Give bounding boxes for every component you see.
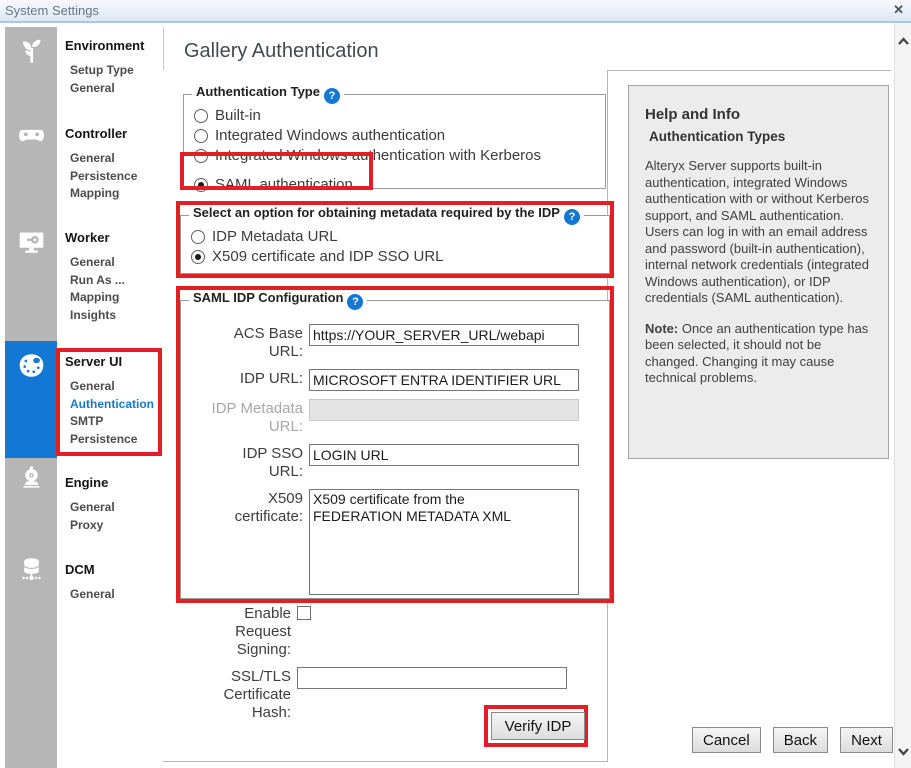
nav-header-environment: Environment [65,38,161,53]
engine-icon [18,464,45,491]
radio-x509-certificate-sso[interactable]: X509 certificate and IDP SSO URL [189,247,601,267]
help-icon[interactable]: ? [564,209,580,225]
idp-url-input[interactable] [309,369,579,391]
sidebar-item-dcm-general[interactable]: General [65,586,161,604]
nav-group-environment: Environment Setup Type General [65,38,161,97]
sidebar-item-environment-general[interactable]: General [65,80,161,98]
palette-icon [18,352,45,379]
sidebar-item-worker-general[interactable]: General [65,254,161,272]
x509-certificate-row: X509 certificate: X509 certificate from … [189,489,601,595]
nav-group-worker: Worker General Run As ... Mapping Insigh… [65,230,161,324]
nav-header-controller: Controller [65,126,161,141]
sidebar-item-setup-type[interactable]: Setup Type [65,62,161,80]
enable-request-signing-label: Enable Request Signing: [177,604,297,659]
help-subtitle: Authentication Types [649,129,872,144]
idp-sso-url-row: IDP SSO URL: [189,444,601,481]
radio-button-icon [191,230,205,244]
idp-url-label: IDP URL: [189,369,309,391]
metadata-option-group: Select an option for obtaining metadata … [180,205,610,274]
radio-integrated-windows[interactable]: Integrated Windows authentication [192,126,597,146]
system-settings-window: System Settings ✕ [0,0,911,768]
sidebar-item-controller-general[interactable]: General [65,150,161,168]
authentication-type-legend: Authentication Type? [192,84,344,104]
acs-base-url-row: ACS Base URL: [189,324,601,361]
ssl-tls-hash-input[interactable] [297,667,567,689]
nav-header-worker: Worker [65,230,161,245]
footer-buttons: Cancel Back Next [692,727,893,753]
sidebar-item-controller-mapping[interactable]: Mapping [65,185,161,203]
scroll-up-icon[interactable] [897,35,910,48]
idp-url-row: IDP URL: [189,369,601,391]
x509-certificate-label: X509 certificate: [189,489,309,595]
radio-button-icon [191,250,205,264]
help-note: Note: Once an authentication type has be… [645,321,872,387]
acs-base-url-input[interactable] [309,324,579,346]
annotation-box-saml-radio [180,152,373,190]
radio-button-icon [194,109,208,123]
radio-idp-metadata-url[interactable]: IDP Metadata URL [189,227,601,247]
idp-sso-url-input[interactable] [309,444,579,466]
idp-sso-url-label: IDP SSO URL: [189,444,309,481]
saml-config-legend: SAML IDP Configuration? [189,290,367,310]
scroll-down-icon[interactable] [897,745,910,758]
page-title: Gallery Authentication [184,40,379,63]
metadata-option-legend: Select an option for obtaining metadata … [189,205,584,225]
help-panel: Help and Info Authentication Types Alter… [628,85,889,459]
window-title: System Settings [0,3,99,18]
help-title: Help and Info [645,106,872,123]
annotation-box-saml-config: SAML IDP Configuration? ACS Base URL: ID… [176,286,614,603]
help-icon[interactable]: ? [324,88,340,104]
sidebar-item-worker-mapping[interactable]: Mapping [65,289,161,307]
titlebar: System Settings [0,0,911,23]
vertical-scrollbar[interactable] [894,23,911,768]
radio-button-icon [194,129,208,143]
gamepad-icon [18,122,45,149]
saml-idp-configuration-group: SAML IDP Configuration? ACS Base URL: ID… [180,290,610,599]
ssl-tls-hash-label: SSL/TLS Certificate Hash: [177,667,297,722]
x509-certificate-textarea[interactable]: X509 certificate from the FEDERATION MET… [309,489,579,595]
sidebar-item-engine-general[interactable]: General [65,499,161,517]
radio-built-in[interactable]: Built-in [192,106,597,126]
sidebar-item-worker-run-as[interactable]: Run As ... [65,272,161,290]
nav-group-controller: Controller General Persistence Mapping [65,126,161,203]
idp-metadata-url-label: IDP Metadata URL: [189,399,309,436]
annotation-box-metadata-option: Select an option for obtaining metadata … [176,201,614,278]
monitor-gear-icon [18,228,45,255]
sidebar-item-controller-persistence[interactable]: Persistence [65,168,161,186]
nav-group-engine: Engine General Proxy [65,475,161,534]
nav-header-engine: Engine [65,475,161,490]
next-button[interactable]: Next [840,727,893,753]
annotation-box-verify-idp: Verify IDP [484,705,588,747]
back-button[interactable]: Back [773,727,828,753]
help-icon[interactable]: ? [347,294,363,310]
seedling-icon [18,38,45,65]
cancel-button[interactable]: Cancel [692,727,761,753]
nav-header-dcm: DCM [65,562,161,577]
acs-base-url-label: ACS Base URL: [189,324,309,361]
database-icon [18,556,45,583]
verify-idp-button[interactable]: Verify IDP [491,712,585,740]
nav-group-dcm: DCM General [65,562,161,604]
sidebar-item-engine-proxy[interactable]: Proxy [65,517,161,535]
enable-request-signing-row: Enable Request Signing: [177,604,607,659]
sidebar-item-worker-insights[interactable]: Insights [65,307,161,325]
idp-metadata-url-row: IDP Metadata URL: [189,399,601,436]
close-icon[interactable]: ✕ [893,2,904,18]
idp-metadata-url-input [309,399,579,421]
enable-request-signing-checkbox[interactable] [297,606,311,620]
help-body: Alteryx Server supports built-in authent… [645,158,872,307]
annotation-box-server-ui [56,348,162,456]
